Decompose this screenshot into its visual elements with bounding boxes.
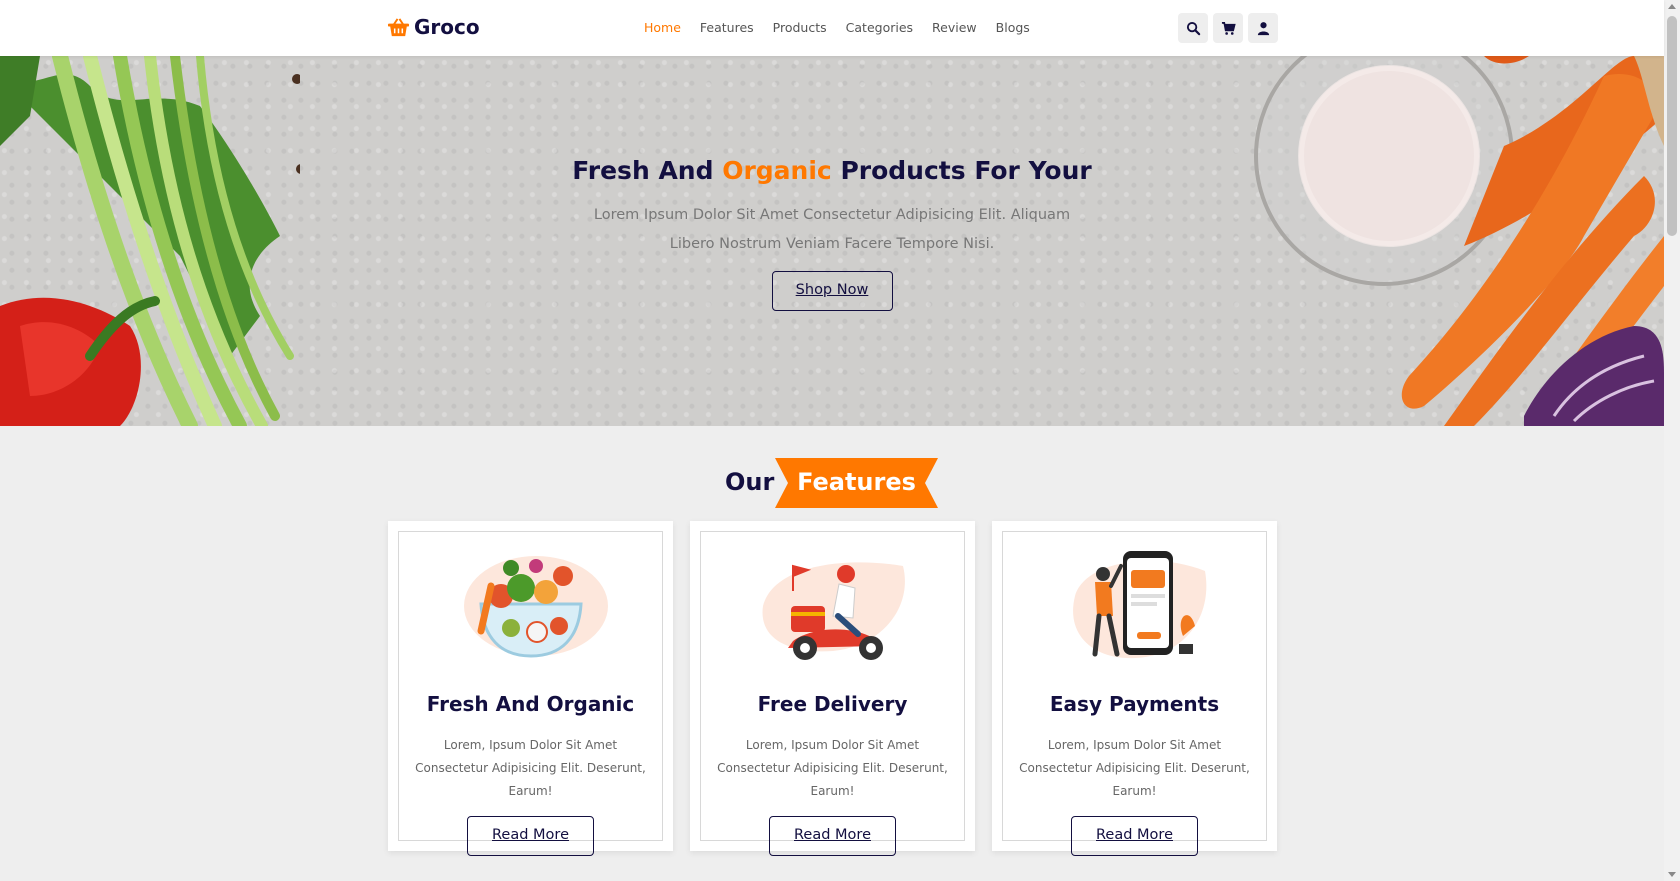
- logo-text: Groco: [414, 15, 480, 39]
- feature-card: Fresh And Organic Lorem, Ipsum Dolor Sit…: [388, 521, 673, 856]
- nav-features[interactable]: Features: [700, 20, 754, 35]
- feature-card-description: Lorem, Ipsum Dolor Sit Amet Consectetur …: [415, 738, 646, 798]
- hero-title-highlight: Organic: [722, 156, 832, 185]
- feature-card: Free Delivery Lorem, Ipsum Dolor Sit Ame…: [690, 521, 975, 856]
- feature-card: Easy Payments Lorem, Ipsum Dolor Sit Ame…: [992, 521, 1277, 856]
- logo[interactable]: Groco: [387, 15, 480, 39]
- read-more-button[interactable]: Read More: [467, 816, 594, 856]
- hero-content: Fresh And Organic Products For Your Lore…: [0, 156, 1664, 311]
- read-more-button[interactable]: Read More: [769, 816, 896, 856]
- feature-card-description: Lorem, Ipsum Dolor Sit Amet Consectetur …: [717, 738, 948, 798]
- feature-card-title: Free Delivery: [757, 692, 908, 716]
- features-heading-plain: Our: [725, 468, 775, 496]
- nav-home[interactable]: Home: [644, 20, 681, 35]
- feature-cards: Fresh And Organic Lorem, Ipsum Dolor Sit…: [388, 521, 1277, 856]
- search-button[interactable]: [1178, 13, 1208, 43]
- cart-button[interactable]: [1213, 13, 1243, 43]
- hero-title: Fresh And Organic Products For Your: [572, 156, 1092, 185]
- site-header: Groco Home Features Products Categories …: [0, 0, 1664, 56]
- nav-products[interactable]: Products: [773, 20, 827, 35]
- scroll-up-arrow-icon[interactable]: [1668, 4, 1676, 9]
- feature-card-title: Fresh And Organic: [426, 692, 635, 716]
- user-button[interactable]: [1248, 13, 1278, 43]
- feature-card-description: Lorem, Ipsum Dolor Sit Amet Consectetur …: [1019, 738, 1250, 798]
- main-nav: Home Features Products Categories Review…: [644, 20, 1030, 35]
- user-icon: [1257, 21, 1269, 35]
- vegetable-bowl-illustration: [451, 546, 611, 666]
- delivery-scooter-illustration: [753, 546, 913, 666]
- feature-card-title: Easy Payments: [1049, 692, 1220, 716]
- page-scrollbar[interactable]: [1664, 0, 1680, 881]
- hero-description: Lorem Ipsum Dolor Sit Amet Consectetur A…: [593, 207, 1071, 252]
- features-heading-tag: Features: [775, 458, 938, 508]
- nav-review[interactable]: Review: [932, 20, 977, 35]
- nav-blogs[interactable]: Blogs: [996, 20, 1030, 35]
- features-heading: Our Features: [0, 458, 1664, 508]
- basket-icon: [388, 17, 409, 36]
- mobile-payment-illustration: [1055, 546, 1215, 666]
- shop-now-button[interactable]: Shop Now: [771, 271, 893, 311]
- cart-icon: [1221, 21, 1236, 35]
- hero-banner: Fresh And Organic Products For Your Lore…: [0, 56, 1664, 426]
- read-more-button[interactable]: Read More: [1071, 816, 1198, 856]
- scrollbar-thumb[interactable]: [1667, 16, 1677, 236]
- scroll-down-arrow-icon[interactable]: [1668, 872, 1676, 877]
- nav-categories[interactable]: Categories: [846, 20, 913, 35]
- search-icon: [1186, 21, 1200, 35]
- header-icons: [1178, 13, 1278, 43]
